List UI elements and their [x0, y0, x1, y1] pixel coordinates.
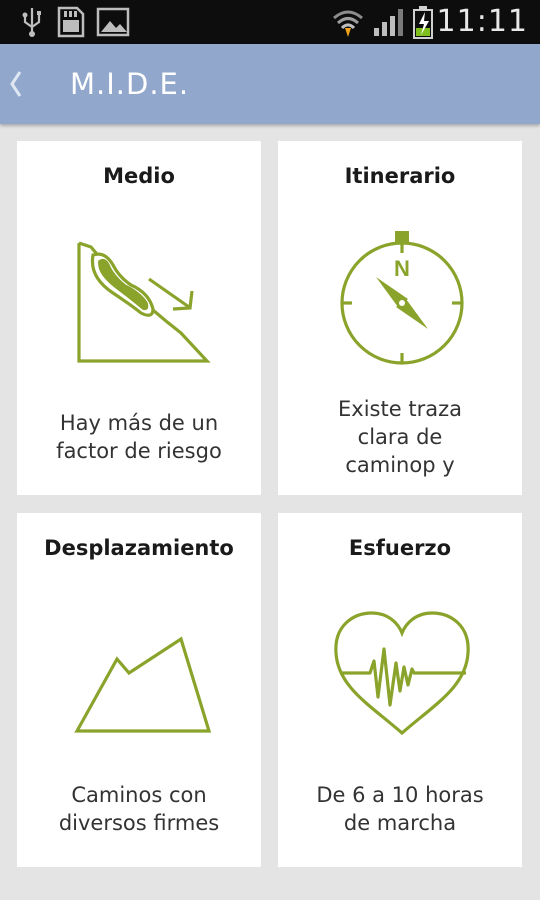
signal-icon — [374, 9, 403, 36]
card-title: Esfuerzo — [348, 536, 452, 560]
image-icon — [96, 7, 130, 37]
compass-icon: N — [340, 231, 464, 365]
card-description: Existe traza clara de caminop y — [338, 397, 462, 477]
status-bar: 11:11 — [0, 0, 540, 44]
card-description: De 6 a 10 horas de marcha — [316, 783, 484, 835]
chevron-left-icon[interactable] — [4, 60, 30, 108]
heart-rate-icon — [334, 611, 470, 736]
page-title: M.I.D.E. — [70, 67, 190, 101]
terrain-icon — [74, 636, 212, 733]
card-description: Hay más de un factor de riesgo — [56, 411, 222, 463]
slope-risk-icon — [77, 241, 211, 363]
clock: 11:11 — [436, 4, 528, 39]
card-desplazamiento[interactable]: Desplazamiento Caminos con diversos firm… — [17, 513, 261, 867]
wifi-icon — [333, 10, 363, 37]
card-itinerario[interactable]: Itinerario N Existe traza clara de camin… — [278, 141, 522, 495]
usb-icon — [22, 8, 41, 37]
card-title: Desplazamiento — [44, 536, 234, 560]
sd-card-icon — [57, 6, 85, 38]
svg-text:N: N — [394, 256, 410, 281]
card-title: Medio — [103, 164, 175, 188]
battery-charging-icon — [413, 6, 433, 39]
card-title: Itinerario — [344, 164, 456, 188]
card-description: Caminos con diversos firmes — [58, 783, 220, 835]
action-bar: M.I.D.E. — [0, 44, 540, 124]
card-esfuerzo[interactable]: Esfuerzo De 6 a 10 horas de marcha — [278, 513, 522, 867]
card-medio[interactable]: Medio Hay más de un factor de riesgo — [17, 141, 261, 495]
